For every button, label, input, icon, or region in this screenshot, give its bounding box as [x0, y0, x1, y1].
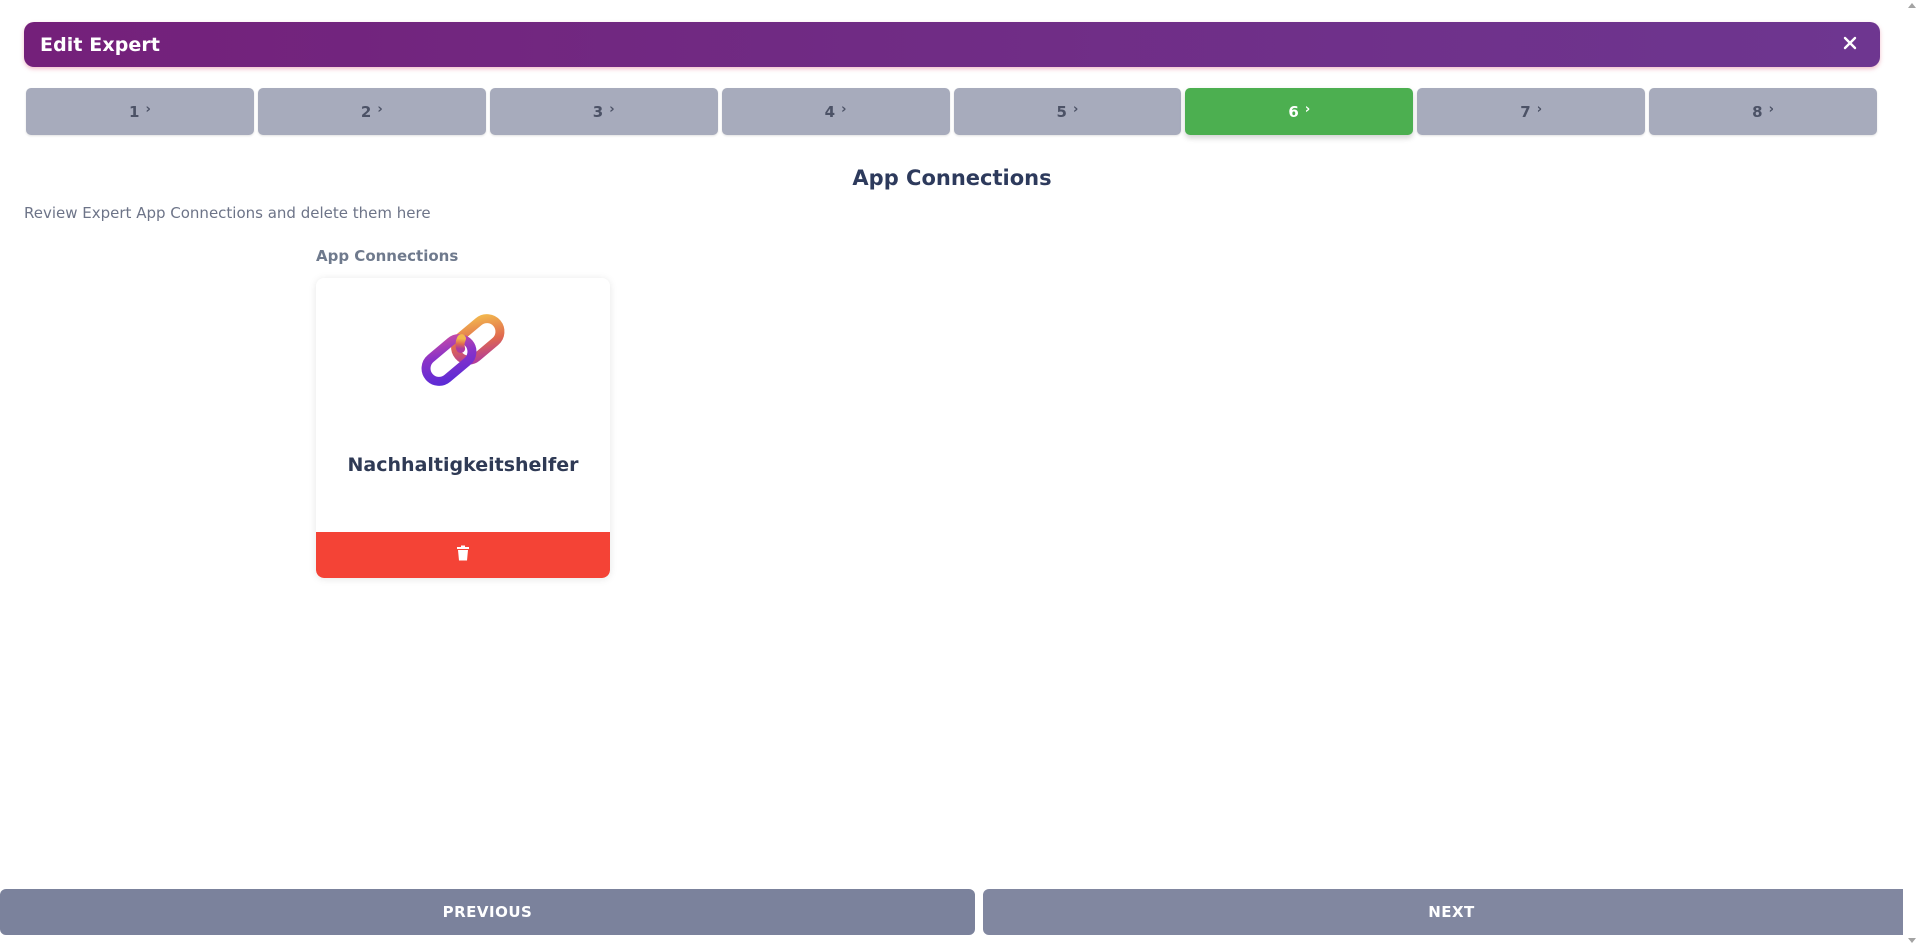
- step-label: 4: [824, 102, 836, 121]
- delete-connection-button[interactable]: [316, 532, 610, 578]
- chevron-right-icon: ›: [841, 102, 847, 117]
- step-7-button[interactable]: 7 ›: [1417, 88, 1646, 135]
- edit-expert-page: Edit Expert 1 › 2 › 3 › 4 › 5 › 6 › 7 › …: [0, 0, 1920, 946]
- chevron-right-icon: ›: [1768, 102, 1774, 117]
- step-6-button[interactable]: 6 ›: [1185, 88, 1414, 135]
- step-1-button[interactable]: 1 ›: [26, 88, 254, 135]
- trash-icon: [456, 545, 470, 565]
- next-button[interactable]: NEXT: [983, 889, 1920, 935]
- section-subtitle: Review Expert App Connections and delete…: [24, 204, 431, 222]
- scroll-down-arrow-icon[interactable]: [1908, 938, 1916, 943]
- step-8-button[interactable]: 8 ›: [1649, 88, 1877, 135]
- previous-button[interactable]: PREVIOUS: [0, 889, 975, 935]
- step-2-button[interactable]: 2 ›: [257, 88, 486, 135]
- step-label: 7: [1520, 102, 1531, 121]
- step-label: 5: [1056, 102, 1067, 121]
- chevron-right-icon: ›: [1072, 102, 1079, 117]
- app-connection-card: Nachhaltigkeitshelfer: [316, 278, 610, 578]
- step-label: 6: [1288, 102, 1299, 121]
- chevron-right-icon: ›: [609, 102, 615, 117]
- chevron-right-icon: ›: [1536, 102, 1543, 117]
- step-4-button[interactable]: 4 ›: [721, 88, 950, 135]
- step-label: 1: [129, 102, 140, 121]
- step-3-button[interactable]: 3 ›: [489, 88, 718, 135]
- step-navigation: 1 › 2 › 3 › 4 › 5 › 6 › 7 › 8 ›: [26, 88, 1877, 135]
- step-label: 2: [360, 102, 372, 121]
- section-title: App Connections: [852, 166, 1052, 190]
- vertical-scrollbar[interactable]: [1903, 0, 1920, 946]
- step-label: 8: [1752, 102, 1763, 121]
- step-label: 3: [592, 102, 604, 121]
- chevron-right-icon: ›: [145, 102, 151, 117]
- close-icon: [1843, 35, 1857, 54]
- connection-name: Nachhaltigkeitshelfer: [347, 454, 579, 476]
- chevron-right-icon: ›: [1304, 102, 1311, 117]
- scroll-up-arrow-icon[interactable]: [1908, 3, 1916, 8]
- chain-link-icon: [413, 306, 513, 392]
- dialog-title: Edit Expert: [40, 33, 161, 56]
- step-5-button[interactable]: 5 ›: [953, 88, 1182, 135]
- connections-list-label: App Connections: [316, 247, 459, 265]
- close-button[interactable]: [1838, 33, 1862, 57]
- chevron-right-icon: ›: [377, 102, 383, 117]
- dialog-header: Edit Expert: [24, 22, 1880, 67]
